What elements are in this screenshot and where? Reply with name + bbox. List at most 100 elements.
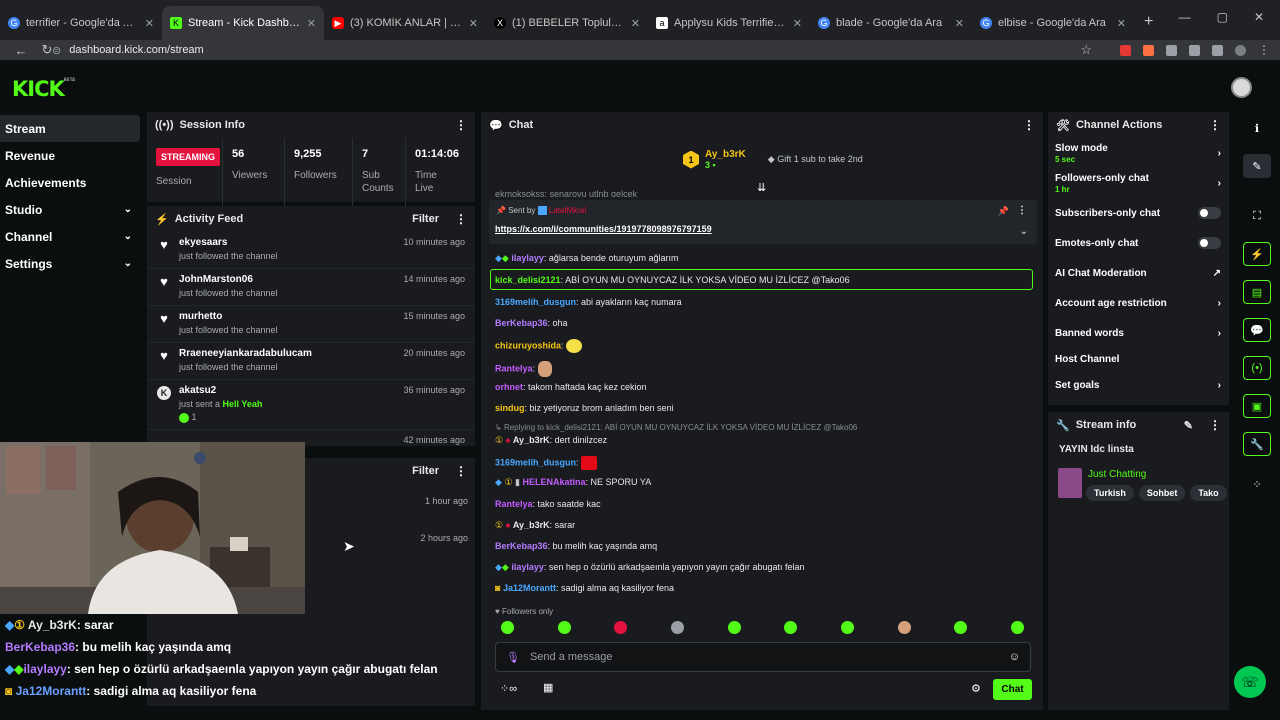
action-host-channel[interactable]: Host Channel [1048, 348, 1229, 370]
bookmark-star-icon[interactable]: ☆ [1080, 42, 1092, 58]
emote-icon[interactable] [897, 621, 911, 634]
action-banned-words[interactable]: Banned words › [1048, 318, 1229, 348]
emote-icon[interactable] [840, 621, 854, 634]
browser-menu-icon[interactable]: ⋮ [1258, 43, 1270, 57]
close-tab-icon[interactable]: ✕ [793, 17, 802, 30]
more-options-icon[interactable]: ⋮ [1209, 118, 1221, 132]
action-account-age[interactable]: Account age restriction › [1048, 288, 1229, 318]
emote-icon[interactable] [614, 621, 628, 634]
close-tab-icon[interactable]: ✕ [307, 17, 316, 30]
browser-tab[interactable]: ▶ (3) KOMİK ANLAR | TAKO | @Ja ✕ [324, 6, 486, 40]
new-tab-button[interactable]: + [1134, 13, 1163, 40]
browser-tab[interactable]: Gelbise - Google'da Ara ✕ [972, 6, 1134, 40]
more-options-icon[interactable]: ⋮ [1017, 205, 1027, 216]
back-icon[interactable]: ← [8, 43, 34, 58]
edit-icon[interactable]: ✎ [1243, 154, 1271, 178]
emote-icon[interactable] [557, 621, 571, 634]
emote-icon[interactable] [501, 621, 514, 634]
filter-button[interactable]: Filter [412, 465, 439, 477]
clipboard-icon[interactable]: ▤ [1243, 280, 1271, 304]
filter-button[interactable]: Filter [412, 213, 439, 225]
browser-tab[interactable]: X (1) BEBELER Topluluk / X ✕ [486, 6, 648, 40]
info-icon[interactable]: ℹ [1243, 116, 1271, 140]
send-chat-button[interactable]: Chat [993, 679, 1032, 700]
edit-pencil-icon[interactable]: ✎ [1184, 419, 1193, 432]
lightning-icon[interactable]: ⚡ [1243, 242, 1271, 266]
wrench-icon[interactable]: 🔧 [1243, 432, 1271, 456]
community-icon[interactable]: ⁘ [1243, 472, 1271, 496]
microphone-icon[interactable]: 🎙 [506, 651, 520, 664]
sidebar-item-channel[interactable]: Channel ⌄ [0, 223, 140, 250]
chat-icon[interactable]: 💬 [1243, 318, 1271, 342]
sidebar-item-studio[interactable]: Studio ⌄ [0, 196, 140, 223]
puzzle-icon[interactable] [1189, 44, 1200, 56]
emote-icon[interactable] [954, 621, 968, 634]
video-icon[interactable]: ▣ [1243, 394, 1271, 418]
gift-leaderboard[interactable]: 1 Ay_b3rK 3 ▪ ◆ Gift 1 sub to take 2nd [683, 149, 863, 170]
activity-username[interactable]: JohnMarston06 [179, 274, 403, 285]
tag[interactable]: Tako [1190, 485, 1227, 501]
browser-tab-active[interactable]: K Stream - Kick Dashboard ✕ [162, 6, 324, 40]
close-tab-icon[interactable]: ✕ [631, 17, 640, 30]
action-followers-only[interactable]: Followers-only chat 1 hr › [1048, 168, 1229, 198]
browser-tab[interactable]: Gblade - Google'da Ara ✕ [810, 6, 972, 40]
more-options-icon[interactable]: ⋮ [1209, 418, 1221, 432]
emote-icon[interactable] [784, 621, 798, 634]
sidebar-item-achievements[interactable]: Achievements [0, 169, 140, 196]
broadcast-icon[interactable]: (•) [1243, 356, 1271, 380]
focus-icon[interactable]: ⛶ [1243, 204, 1271, 228]
browser-tab[interactable]: a Applysu Kids Terrifier Costume ✕ [648, 6, 810, 40]
tag[interactable]: Turkish [1086, 485, 1134, 501]
more-options-icon[interactable]: ⋮ [1023, 118, 1035, 132]
profile-icon[interactable] [1235, 44, 1246, 56]
site-info-icon[interactable]: ⊜ [52, 44, 61, 57]
chevron-down-icon[interactable]: ⌄ [1020, 226, 1028, 237]
sidebar-item-revenue[interactable]: Revenue [0, 142, 140, 169]
close-window-icon[interactable]: ✕ [1254, 10, 1264, 24]
support-chat-icon[interactable]: ☏ [1234, 666, 1266, 698]
store-icon[interactable]: ▦ [543, 681, 553, 694]
activity-username[interactable]: murhetto [179, 311, 403, 322]
emoji-picker-icon[interactable]: ☺ [1009, 651, 1020, 663]
close-tab-icon[interactable]: ✕ [469, 17, 478, 30]
chat-scroll-indicator-icon[interactable]: ⇊ [757, 181, 766, 194]
more-options-icon[interactable]: ⋮ [455, 212, 467, 226]
extension-icon[interactable] [1120, 44, 1131, 56]
sidebar-item-stream[interactable]: Stream [0, 115, 140, 142]
community-icon[interactable]: ⁘∞ [500, 682, 517, 695]
sidebar-item-settings[interactable]: Settings ⌄ [0, 250, 140, 277]
pinned-link[interactable]: https://x.com/i/communities/191977809897… [495, 224, 712, 234]
kick-logo[interactable]: KICKBETA [12, 77, 75, 101]
user-avatar[interactable] [1231, 77, 1252, 98]
activity-username[interactable]: Rraeneeyiankaradabulucam [179, 348, 403, 359]
activity-username[interactable]: ekyesaars [179, 237, 403, 248]
extension-icon[interactable] [1166, 44, 1177, 56]
minimize-icon[interactable]: — [1179, 10, 1191, 24]
media-icon[interactable] [1212, 44, 1223, 56]
category-link[interactable]: Just Chatting [1088, 469, 1146, 480]
close-tab-icon[interactable]: ✕ [145, 17, 154, 30]
browser-tab[interactable]: Gterrifier - Google'da Ara ✕ [0, 6, 162, 40]
emotes-only-toggle[interactable] [1198, 237, 1221, 249]
close-tab-icon[interactable]: ✕ [1117, 17, 1126, 30]
chat-input[interactable]: 🎙 Send a message ☺ [495, 642, 1031, 672]
pin-icon[interactable]: 📌 [998, 206, 1009, 217]
activity-username[interactable]: akatsu2 [179, 385, 403, 396]
more-options-icon[interactable]: ⋮ [455, 464, 467, 478]
action-emotes-only: Emotes-only chat [1048, 228, 1229, 258]
extension-icon[interactable] [1143, 44, 1154, 56]
maximize-icon[interactable]: ▢ [1217, 10, 1228, 24]
subscribers-only-toggle[interactable] [1198, 207, 1221, 219]
close-tab-icon[interactable]: ✕ [955, 17, 964, 30]
more-options-icon[interactable]: ⋮ [455, 118, 467, 132]
emote-icon[interactable] [670, 621, 684, 634]
tag[interactable]: Sohbet [1138, 485, 1186, 501]
action-slow-mode[interactable]: Slow mode 5 sec › [1048, 138, 1229, 168]
emote-icon[interactable] [727, 621, 741, 634]
kick-favicon-icon: K [170, 17, 182, 29]
chat-settings-gear-icon[interactable]: ⚙ [971, 682, 981, 695]
action-set-goals[interactable]: Set goals › [1048, 370, 1229, 400]
action-ai-moderation[interactable]: AI Chat Moderation ↗ [1048, 258, 1229, 288]
url-field[interactable]: ⊜ dashboard.kick.com/stream ☆ [52, 40, 1092, 60]
emote-icon[interactable] [1010, 621, 1024, 634]
